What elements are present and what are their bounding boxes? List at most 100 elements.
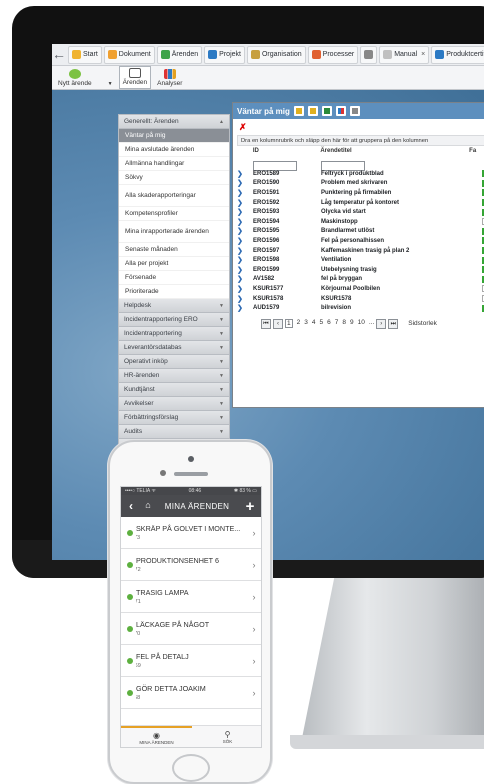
row-expand-icon[interactable]: ❯ — [237, 227, 253, 235]
nav-group-5[interactable]: HR-ärenden ▼ — [119, 369, 229, 383]
page-9[interactable]: 9 — [350, 319, 354, 328]
page-2[interactable]: 2 — [297, 319, 301, 328]
expand-caret-icon[interactable]: ▼ — [219, 429, 224, 435]
nav-group-general[interactable]: Generellt: Ärenden ▲ — [119, 115, 229, 129]
back-chevron-icon[interactable]: ‹ — [121, 499, 141, 513]
list-item[interactable]: TRASIG LAMPA KR71 › — [121, 581, 261, 613]
expand-caret-icon[interactable]: ▼ — [219, 387, 224, 393]
page-4[interactable]: 4 — [312, 319, 316, 328]
row-expand-icon[interactable]: ❯ — [237, 199, 253, 207]
tab-search[interactable]: ⚲ SÖK — [192, 726, 261, 747]
nav-item-8[interactable]: Alla per projekt — [119, 257, 229, 271]
back-arrow-icon[interactable]: ← — [52, 44, 66, 66]
last-page-button[interactable]: ⏭ — [388, 318, 399, 329]
home-button[interactable] — [172, 754, 210, 782]
table-row[interactable]: ❯ ERO1589 Feltryck i produktblad — [237, 169, 484, 179]
page-7[interactable]: 7 — [335, 319, 339, 328]
tab-3[interactable]: Projekt — [204, 45, 245, 64]
nav-group-0[interactable]: Helpdesk ▼ — [119, 299, 229, 313]
table-row[interactable]: ❯ ERO1590 Problem med skrivaren — [237, 179, 484, 189]
new-case-button[interactable]: Nytt ärende — [58, 69, 92, 89]
print-icon[interactable] — [349, 106, 360, 116]
nav-group-4[interactable]: Operativt inköp ▼ — [119, 355, 229, 369]
list-item[interactable]: PRODUKTIONSENHET 6 RV72 › — [121, 549, 261, 581]
page-1[interactable]: 1 — [285, 319, 293, 329]
export-excel-icon[interactable] — [321, 106, 332, 116]
nav-group-2[interactable]: Incidentrapportering ▼ — [119, 327, 229, 341]
nav-item-5[interactable]: Kompetensprofiler — [119, 207, 229, 221]
tab-6[interactable] — [360, 45, 378, 64]
expand-caret-icon[interactable]: ▼ — [219, 373, 224, 379]
nav-item-6[interactable]: Mina inrapporterade ärenden — [119, 221, 229, 243]
page-6[interactable]: 6 — [327, 319, 331, 328]
row-expand-icon[interactable]: ❯ — [237, 285, 253, 293]
row-expand-icon[interactable]: ❯ — [237, 237, 253, 245]
page-3[interactable]: 3 — [304, 319, 308, 328]
table-row[interactable]: ❯ ERO1596 Fel på personalhissen — [237, 236, 484, 246]
table-row[interactable]: ❯ KSUR1577 Körjournal Poolbilen — [237, 284, 484, 294]
row-expand-icon[interactable]: ❯ — [237, 189, 253, 197]
title-filter-input[interactable] — [321, 160, 365, 171]
expand-caret-icon[interactable]: ▼ — [219, 345, 224, 351]
nav-item-10[interactable]: Prioriterade — [119, 285, 229, 299]
table-row[interactable]: ❯ ERO1595 Brandlarmet utlöst — [237, 227, 484, 237]
row-expand-icon[interactable]: ❯ — [237, 208, 253, 216]
row-expand-icon[interactable]: ❯ — [237, 247, 253, 255]
clear-filter-icon[interactable]: ✗ — [239, 122, 484, 133]
tab-my-cases[interactable]: ◉ MINA ÄRENDEN — [121, 726, 192, 747]
list-item[interactable]: SKRÄP PÅ GOLVET I MONTE... AV73 › — [121, 517, 261, 549]
table-row[interactable]: ❯ ERO1597 Kaffemaskinen trasig på plan 2 — [237, 246, 484, 256]
page-8[interactable]: 8 — [342, 319, 346, 328]
table-row[interactable]: ❯ ERO1591 Punktering på firmabilen — [237, 188, 484, 198]
collapse-caret-icon[interactable]: ▲ — [219, 119, 224, 125]
table-row[interactable]: ❯ ERO1593 Olycka vid start — [237, 207, 484, 217]
list-item[interactable]: LÄCKAGE PÅ NÅGOT LR70 › — [121, 613, 261, 645]
dropdown-icon[interactable]: ▼ — [108, 81, 113, 89]
expand-caret-icon[interactable]: ▼ — [219, 303, 224, 309]
tab-8[interactable]: Produktcertif...× — [431, 45, 484, 64]
table-row[interactable]: ❯ AUD1579 bilrevision — [237, 303, 484, 313]
row-expand-icon[interactable]: ❯ — [237, 218, 253, 226]
table-row[interactable]: ❯ ERO1599 Utebelysning trasig — [237, 265, 484, 275]
table-row[interactable]: ❯ KSUR1578 KSUR1578 — [237, 294, 484, 304]
nav-item-0[interactable]: Väntar på mig — [119, 129, 229, 143]
nav-item-2[interactable]: Allmänna handlingar — [119, 157, 229, 171]
row-expand-icon[interactable]: ❯ — [237, 266, 253, 274]
chart-view-icon[interactable] — [335, 106, 346, 116]
table-row[interactable]: ❯ AV1582 fel på bryggan — [237, 275, 484, 285]
table-row[interactable]: ❯ ERO1592 Låg temperatur på kontoret — [237, 198, 484, 208]
expand-caret-icon[interactable]: ▼ — [219, 415, 224, 421]
prev-page-button[interactable]: ‹ — [273, 318, 283, 329]
tab-2[interactable]: Ärenden — [156, 45, 203, 64]
tab-7[interactable]: Manual × — [379, 45, 430, 64]
add-case-icon[interactable]: + — [239, 498, 261, 515]
tab-0[interactable]: Start — [68, 45, 102, 64]
cases-button[interactable]: Ärenden — [118, 66, 152, 89]
nav-item-7[interactable]: Senaste månaden — [119, 243, 229, 257]
row-expand-icon[interactable]: ❯ — [237, 256, 253, 264]
nav-group-3[interactable]: Leverantörsdatabas ▼ — [119, 341, 229, 355]
nav-group-6[interactable]: Kundtjänst ▼ — [119, 383, 229, 397]
page-5[interactable]: 5 — [320, 319, 324, 328]
home-icon[interactable]: ⌂ — [141, 500, 155, 512]
first-page-button[interactable]: ⏮ — [261, 318, 271, 329]
expand-caret-icon[interactable]: ▼ — [219, 401, 224, 407]
nav-item-3[interactable]: Sökvy — [119, 171, 229, 185]
page-...[interactable]: ... — [369, 319, 374, 328]
list-item[interactable]: FEL PÅ DETALJ KR69 › — [121, 645, 261, 677]
analyses-button[interactable]: Analyser — [157, 69, 182, 89]
page-10[interactable]: 10 — [358, 319, 365, 328]
row-expand-icon[interactable]: ❯ — [237, 179, 253, 187]
row-expand-icon[interactable]: ❯ — [237, 275, 253, 283]
list-item[interactable]: GÖR DETTA JOAKIM ÄT68 › — [121, 677, 261, 709]
expand-caret-icon[interactable]: ▼ — [219, 359, 224, 365]
tab-4[interactable]: Organisation — [246, 45, 306, 64]
nav-group-8[interactable]: Förbättringsförslag ▼ — [119, 411, 229, 425]
id-filter-input[interactable] — [253, 160, 297, 171]
nav-item-4[interactable]: Alla skaderapporteringar — [119, 185, 229, 207]
tab-5[interactable]: Processer — [307, 45, 359, 64]
table-row[interactable]: ❯ ERO1594 Maskinstopp — [237, 217, 484, 227]
next-page-button[interactable]: › — [376, 318, 387, 329]
nav-item-9[interactable]: Försenade — [119, 271, 229, 285]
nav-group-1[interactable]: Incidentrapportering ERO ▼ — [119, 313, 229, 327]
